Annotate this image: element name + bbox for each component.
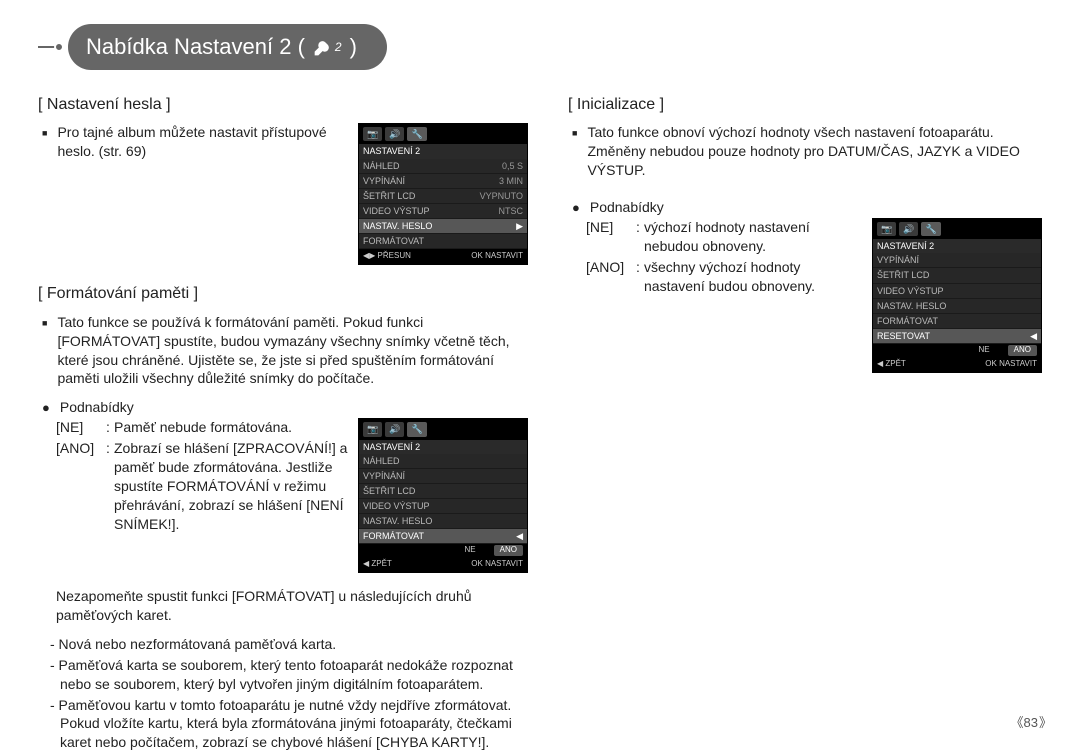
format-warning: Nezapomeňte spustit funkci [FORMÁTOVAT] … — [56, 587, 528, 625]
title-text: Nabídka Nastavení 2 ( — [86, 32, 305, 62]
page-title: Nabídka Nastavení 2 ( 2 ) — [68, 24, 387, 70]
init-text: Tato funkce obnoví výchozí hodnoty všech… — [587, 123, 1042, 180]
option-ne-label: [NE] — [56, 418, 106, 437]
bullet-icon: ■ — [572, 123, 577, 143]
lcd-screenshot-init: 📷🔊🔧 NASTAVENÍ 2 VYPÍNÁNÍ ŠETŘIT LCD VIDE… — [872, 218, 1042, 373]
bullet-icon: ■ — [42, 123, 47, 143]
bullet-icon: ■ — [42, 313, 47, 333]
title-close: ) — [350, 32, 357, 62]
page-title-bar: Nabídka Nastavení 2 ( 2 ) — [38, 24, 1042, 70]
password-text: Pro tajné album můžete nastavit přístupo… — [57, 123, 348, 161]
option-ne-label: [NE] — [586, 218, 636, 256]
title-dot — [54, 42, 64, 52]
option-ne-text: Paměť nebude formátována. — [114, 418, 348, 437]
option-ano-label: [ANO] — [56, 439, 106, 533]
section-format-title: [ Formátování paměti ] — [38, 283, 528, 305]
format-case-2: - Paměťová karta se souborem, který tent… — [50, 656, 528, 694]
sub-label: Podnabídky — [590, 198, 664, 217]
option-ne-text: výchozí hodnoty nastavení nebudou obnove… — [644, 218, 862, 256]
bullet-icon: ● — [42, 398, 50, 418]
title-subscript: 2 — [335, 39, 342, 55]
section-init-title: [ Inicializace ] — [568, 94, 1042, 116]
option-ano-label: [ANO] — [586, 258, 636, 296]
format-case-3: - Paměťovou kartu v tomto fotoaparátu je… — [50, 696, 528, 753]
bullet-icon: ● — [572, 198, 580, 218]
sub-label: Podnabídky — [60, 398, 134, 417]
section-password-title: [ Nastavení hesla ] — [38, 94, 528, 116]
wrench-icon: 2 — [313, 37, 342, 57]
format-text: Tato funkce se používá k formátování pam… — [57, 313, 528, 389]
option-ano-text: Zobrazí se hlášení [ZPRACOVÁNÍ!] a paměť… — [114, 439, 348, 533]
page-number: 83 — [1011, 714, 1053, 732]
lcd-screenshot-password: 📷🔊🔧 NASTAVENÍ 2 NÁHLED0,5 S VYPÍNÁNÍ3 MI… — [358, 123, 528, 265]
format-case-1: - Nová nebo nezformátovaná paměťová kart… — [50, 635, 528, 654]
lcd-screenshot-format: 📷🔊🔧 NASTAVENÍ 2 NÁHLED VYPÍNÁNÍ ŠETŘIT L… — [358, 418, 528, 573]
option-ano-text: všechny výchozí hodnoty nastavení budou … — [644, 258, 862, 296]
